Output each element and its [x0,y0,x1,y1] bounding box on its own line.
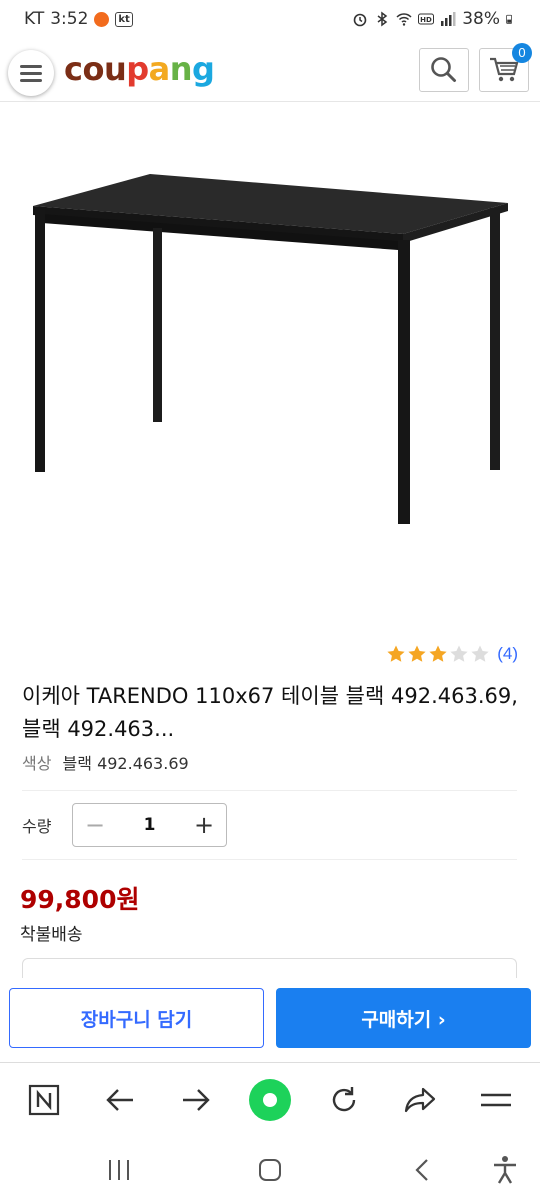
forward-arrow-icon [183,1089,210,1111]
option-value: 블랙 492.463.69 [62,754,189,773]
clock: 3:52 [50,9,89,29]
back-button[interactable] [98,1078,142,1122]
price: 99,800원 [20,885,140,914]
accessibility-icon [494,1156,516,1184]
svg-text:HD: HD [420,16,432,24]
app-header: coupang 0 [0,40,540,102]
share-button[interactable] [398,1078,442,1122]
logo-letter: n [169,50,193,88]
menu-lines-icon [481,1093,511,1107]
logo-letter: u [103,50,127,88]
rating[interactable]: (4) [386,644,518,664]
browser-menu-button[interactable] [474,1078,518,1122]
cart-button[interactable]: 0 [479,43,532,92]
refresh-button[interactable] [322,1078,366,1122]
increase-button[interactable]: + [194,811,214,839]
star-empty-icon [450,645,468,662]
home-icon [259,1159,281,1181]
shipping-info: 착불배송 [20,925,83,945]
refresh-icon [332,1087,356,1112]
buy-now-button[interactable]: 구매하기 › [276,988,531,1048]
green-circle-icon [249,1079,291,1121]
accessibility-button[interactable] [487,1152,523,1188]
battery-percent: 38% [462,9,500,29]
recent-apps-icon [109,1160,129,1180]
decrease-button[interactable]: − [85,811,105,839]
system-back-button[interactable] [404,1152,440,1188]
search-icon [431,57,456,82]
menu-icon [20,63,42,84]
cart-count-badge: 0 [512,43,532,63]
divider [22,859,517,860]
star-filled-icon [429,645,447,662]
carrier-label: KT [24,9,45,29]
back-arrow-icon [106,1089,133,1111]
quantity-value[interactable]: 1 [144,815,156,835]
logo-letter: g [192,50,215,88]
status-bar: KT 3:52 kt HD 38% [0,0,540,38]
option-label: 색상 [22,754,52,773]
naver-n-icon [28,1084,60,1116]
recent-apps-button[interactable] [101,1152,137,1188]
alarm-icon [353,13,367,27]
battery-icon [506,14,512,24]
quantity-row: 수량 − 1 + [22,802,517,848]
logo-letter: p [126,50,149,88]
rating-stars [386,644,490,664]
star-filled-icon [387,645,405,662]
kt-badge-icon: kt [115,11,133,27]
wifi-icon [396,13,412,26]
naver-home-button[interactable] [22,1078,66,1122]
back-icon [415,1159,428,1181]
search-button[interactable] [419,48,469,92]
star-empty-icon [471,645,489,662]
divider [22,790,517,791]
bluetooth-icon [377,11,388,27]
product-option: 색상 블랙 492.463.69 [22,750,189,774]
review-count[interactable]: (4) [497,644,518,664]
purchase-bar: 장바구니 담기 구매하기 › [0,978,540,1060]
product-image[interactable] [0,110,540,630]
quantity-stepper[interactable]: − 1 + [72,803,227,847]
menu-button[interactable] [8,50,54,96]
add-to-cart-button[interactable]: 장바구니 담기 [9,988,264,1048]
browser-toolbar [0,1062,540,1136]
logo-letter: o [82,50,104,88]
coupang-logo[interactable]: coupang [64,50,215,88]
logo-letter: c [64,50,83,88]
quantity-label: 수량 [22,817,52,836]
home-button[interactable] [252,1152,288,1188]
share-icon [404,1087,436,1113]
logo-letter: a [148,50,171,88]
hd-icon: HD [418,13,435,25]
green-dot-button[interactable] [248,1078,292,1122]
star-filled-icon [408,645,426,662]
signal-icon [441,12,456,26]
notification-dot-icon [94,11,110,27]
product-title: 이케아 TARENDO 110x67 테이블 블랙 492.463.69, 블랙… [22,684,518,741]
forward-button[interactable] [174,1078,218,1122]
system-navigation [0,1138,540,1200]
